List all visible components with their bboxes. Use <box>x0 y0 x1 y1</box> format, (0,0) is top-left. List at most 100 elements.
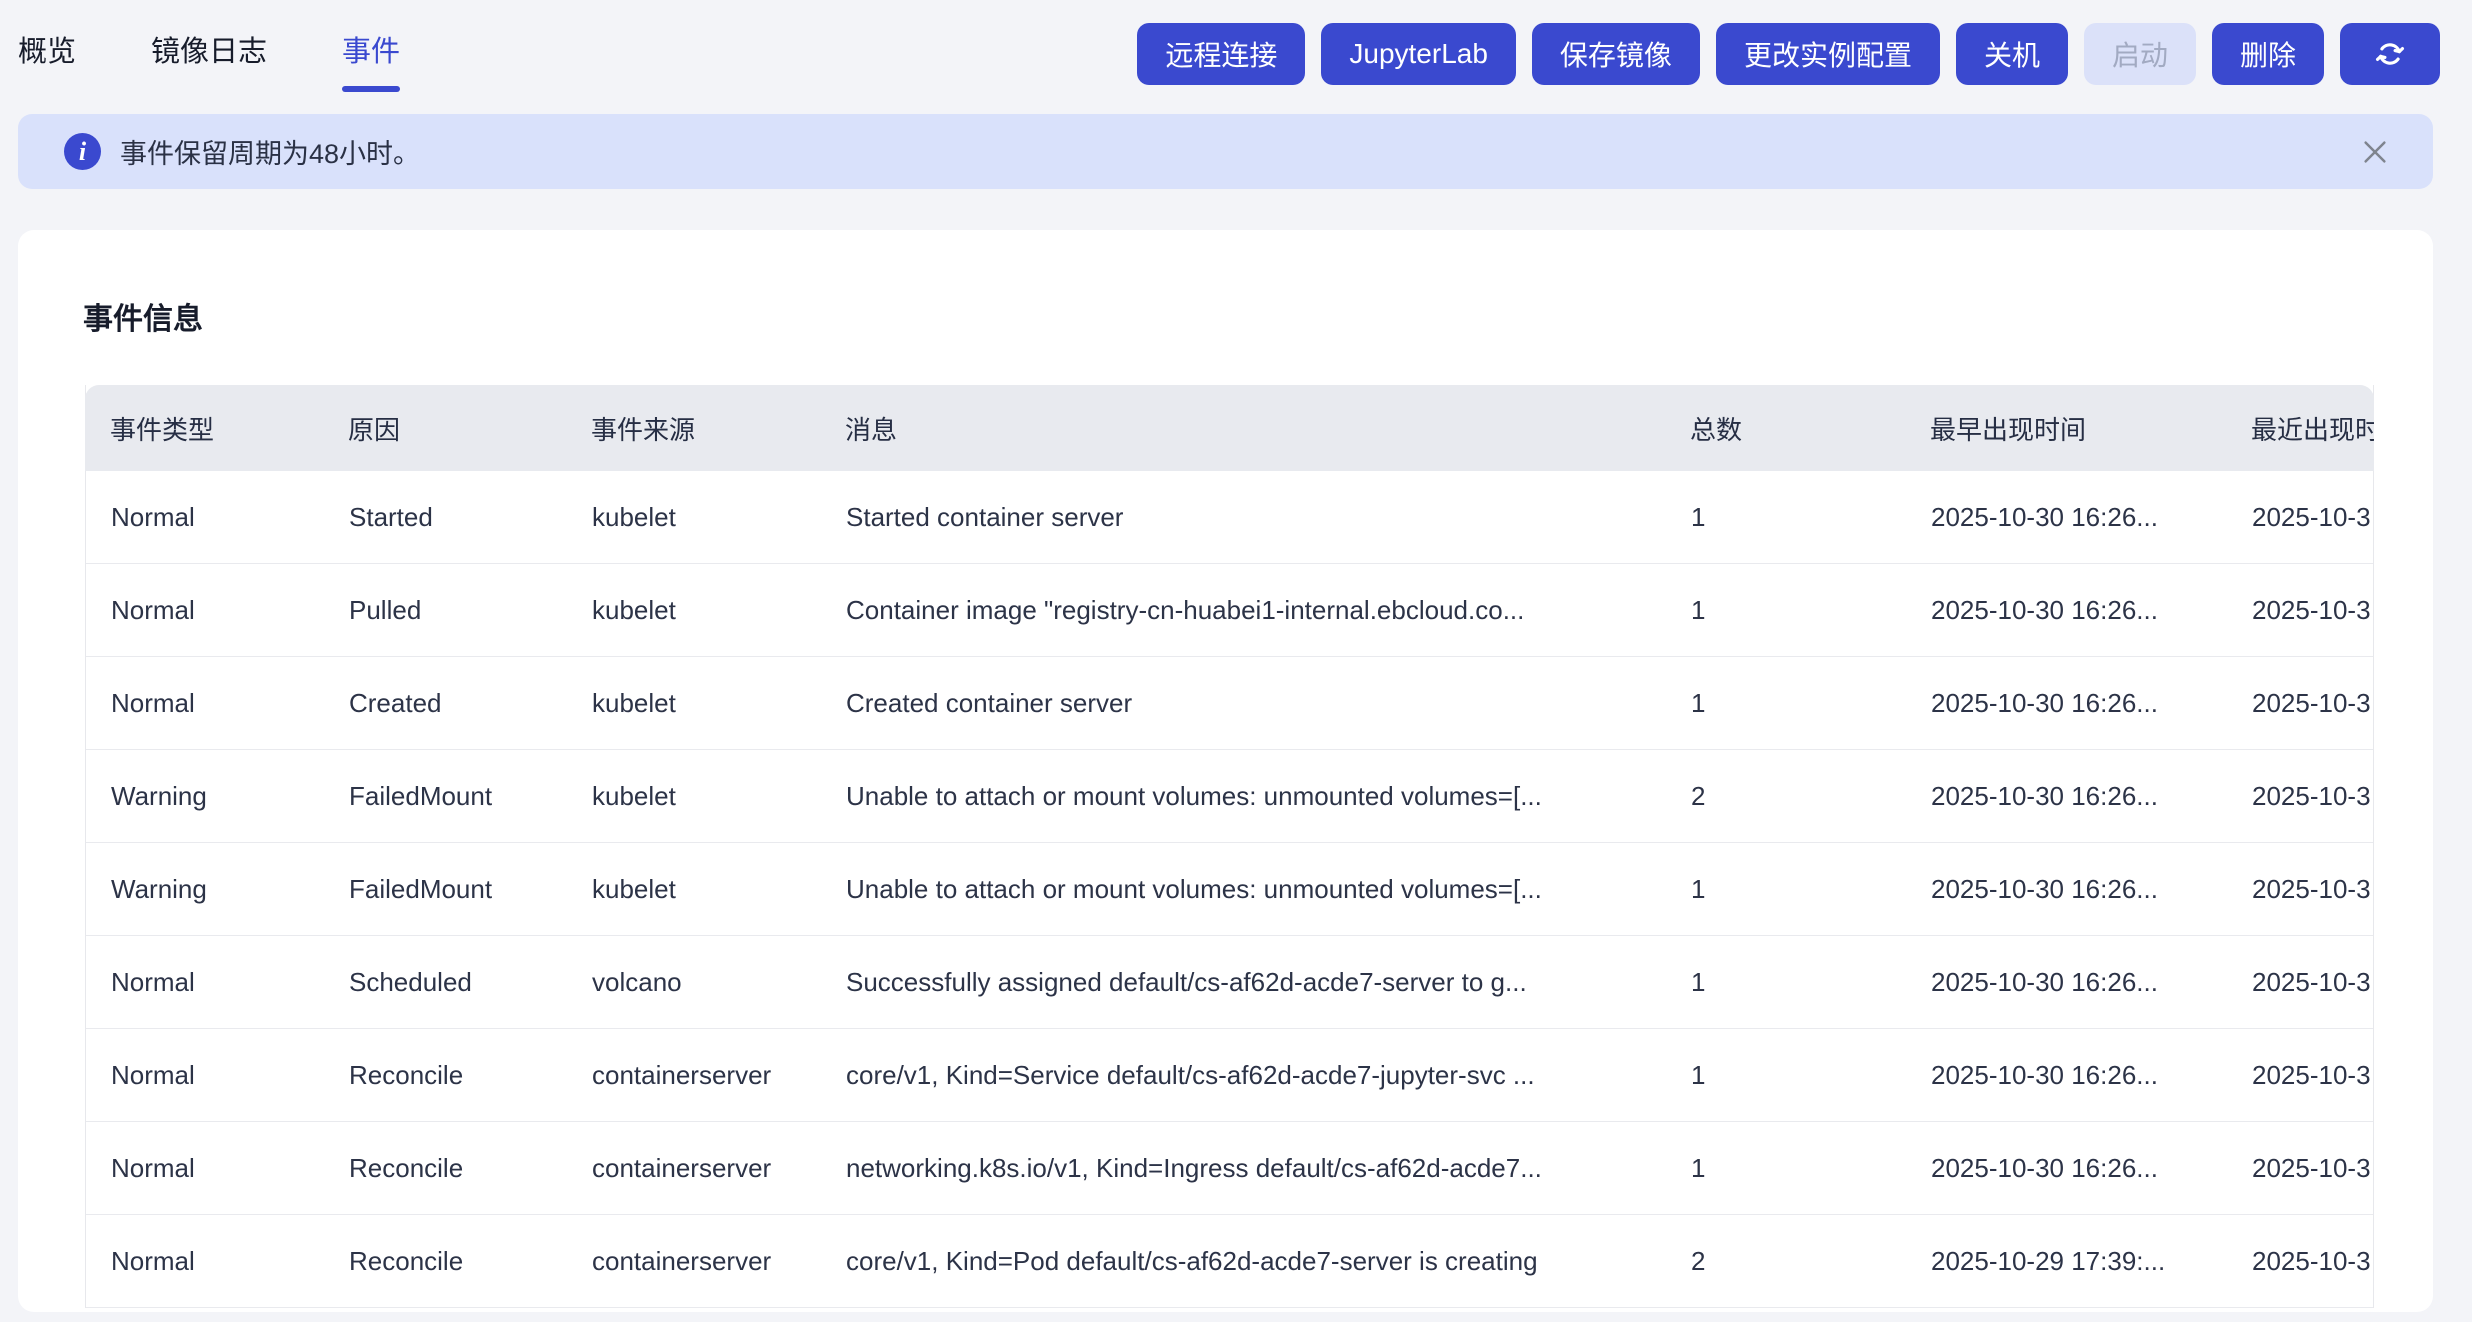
table-row[interactable]: WarningFailedMountkubeletUnable to attac… <box>86 750 2373 843</box>
start-button[interactable]: 启动 <box>2084 23 2196 85</box>
close-icon <box>2360 137 2390 167</box>
section-title: 事件信息 <box>83 294 203 338</box>
table-cell: 1 <box>1666 1122 1906 1214</box>
table-cell: Warning <box>86 750 324 842</box>
table-cell: Pulled <box>324 564 567 656</box>
table-cell: 2025-10-30 16:26... <box>1906 657 2227 749</box>
table-cell: containerserver <box>567 1029 821 1121</box>
remote-connect-button[interactable]: 远程连接 <box>1137 23 1305 85</box>
table-cell: Unable to attach or mount volumes: unmou… <box>821 750 1666 842</box>
info-banner: i 事件保留周期为48小时。 <box>18 114 2433 189</box>
tab-overview[interactable]: 概览 <box>18 28 76 92</box>
table-cell: 1 <box>1666 1029 1906 1121</box>
column-header: 事件类型 <box>85 385 323 471</box>
info-icon: i <box>64 133 101 170</box>
table-cell: Unable to attach or mount volumes: unmou… <box>821 843 1666 935</box>
table-cell: Normal <box>86 1122 324 1214</box>
events-table: 事件类型原因事件来源消息总数最早出现时间最近出现时间 NormalStarted… <box>85 385 2374 1308</box>
table-cell: Reconcile <box>324 1215 567 1307</box>
table-row[interactable]: NormalReconcilecontainerservercore/v1, K… <box>86 1029 2373 1122</box>
table-cell: Normal <box>86 564 324 656</box>
delete-button[interactable]: 删除 <box>2212 23 2324 85</box>
banner-close-button[interactable] <box>2353 130 2397 174</box>
table-cell: core/v1, Kind=Pod default/cs-af62d-acde7… <box>821 1215 1666 1307</box>
table-cell: Normal <box>86 1029 324 1121</box>
column-header: 消息 <box>820 385 1665 471</box>
table-cell: 2025-10-3 <box>2227 657 2373 749</box>
column-header: 事件来源 <box>566 385 820 471</box>
table-cell: core/v1, Kind=Service default/cs-af62d-a… <box>821 1029 1666 1121</box>
table-cell: Normal <box>86 657 324 749</box>
table-cell: Reconcile <box>324 1029 567 1121</box>
table-cell: Started container server <box>821 471 1666 563</box>
table-cell: 2025-10-3 <box>2227 936 2373 1028</box>
table-cell: 2025-10-30 16:26... <box>1906 1122 2227 1214</box>
table-row[interactable]: NormalScheduledvolcanoSuccessfully assig… <box>86 936 2373 1029</box>
table-cell: 2025-10-3 <box>2227 1122 2373 1214</box>
table-cell: kubelet <box>567 471 821 563</box>
table-cell: containerserver <box>567 1122 821 1214</box>
table-cell: volcano <box>567 936 821 1028</box>
shutdown-button[interactable]: 关机 <box>1956 23 2068 85</box>
table-cell: Normal <box>86 471 324 563</box>
table-cell: FailedMount <box>324 843 567 935</box>
table-body: NormalStartedkubeletStarted container se… <box>86 471 2373 1308</box>
table-row[interactable]: NormalPulledkubeletContainer image "regi… <box>86 564 2373 657</box>
tab-image-log[interactable]: 镜像日志 <box>151 28 267 92</box>
jupyterlab-button[interactable]: JupyterLab <box>1321 23 1516 85</box>
table-cell: kubelet <box>567 657 821 749</box>
table-cell: 1 <box>1666 843 1906 935</box>
table-cell: Scheduled <box>324 936 567 1028</box>
column-header: 原因 <box>323 385 566 471</box>
table-cell: networking.k8s.io/v1, Kind=Ingress defau… <box>821 1122 1666 1214</box>
table-cell: Started <box>324 471 567 563</box>
table-row[interactable]: NormalCreatedkubeletCreated container se… <box>86 657 2373 750</box>
table-cell: kubelet <box>567 564 821 656</box>
table-cell: 2025-10-30 16:26... <box>1906 843 2227 935</box>
table-cell: 2025-10-3 <box>2227 564 2373 656</box>
table-cell: FailedMount <box>324 750 567 842</box>
refresh-button[interactable] <box>2340 23 2440 85</box>
table-cell: 2025-10-3 <box>2227 843 2373 935</box>
refresh-icon <box>2372 36 2408 72</box>
table-cell: containerserver <box>567 1215 821 1307</box>
table-cell: 2025-10-30 16:26... <box>1906 1029 2227 1121</box>
table-cell: 1 <box>1666 657 1906 749</box>
tab-events[interactable]: 事件 <box>342 28 400 92</box>
change-instance-config-button[interactable]: 更改实例配置 <box>1716 23 1940 85</box>
table-row[interactable]: NormalReconcilecontainerservercore/v1, K… <box>86 1215 2373 1308</box>
table-cell: Normal <box>86 1215 324 1307</box>
column-header: 最早出现时间 <box>1905 385 2226 471</box>
table-cell: 2025-10-30 16:26... <box>1906 564 2227 656</box>
table-cell: Container image "registry-cn-huabei1-int… <box>821 564 1666 656</box>
table-header-row: 事件类型原因事件来源消息总数最早出现时间最近出现时间 <box>85 385 2374 471</box>
table-cell: 2 <box>1666 750 1906 842</box>
table-cell: 2025-10-30 16:26... <box>1906 936 2227 1028</box>
table-cell: 2025-10-30 16:26... <box>1906 471 2227 563</box>
table-cell: 1 <box>1666 471 1906 563</box>
table-cell: kubelet <box>567 843 821 935</box>
table-cell: Warning <box>86 843 324 935</box>
instance-detail-page: 概览 镜像日志 事件 远程连接 JupyterLab 保存镜像更改实例配置关机启动删除 <box>0 0 2472 1322</box>
table-row[interactable]: NormalReconcilecontainerservernetworking… <box>86 1122 2373 1215</box>
table-cell: Reconcile <box>324 1122 567 1214</box>
table-cell: 2025-10-3 <box>2227 750 2373 842</box>
column-header: 最近出现时间 <box>2226 385 2374 471</box>
tab-bar: 概览 镜像日志 事件 <box>18 28 400 92</box>
table-cell: Created container server <box>821 657 1666 749</box>
table-cell: 1 <box>1666 564 1906 656</box>
table-cell: 2025-10-3 <box>2227 1029 2373 1121</box>
action-buttons: 远程连接 JupyterLab 保存镜像更改实例配置关机启动删除 <box>1137 23 2440 85</box>
table-row[interactable]: NormalStartedkubeletStarted container se… <box>86 471 2373 564</box>
table-cell: 2025-10-3 <box>2227 471 2373 563</box>
table-cell: 1 <box>1666 936 1906 1028</box>
column-header: 总数 <box>1665 385 1905 471</box>
table-cell: Successfully assigned default/cs-af62d-a… <box>821 936 1666 1028</box>
table-row[interactable]: WarningFailedMountkubeletUnable to attac… <box>86 843 2373 936</box>
table-cell: kubelet <box>567 750 821 842</box>
banner-text: 事件保留周期为48小时。 <box>120 132 420 171</box>
events-card: 事件信息 事件类型原因事件来源消息总数最早出现时间最近出现时间 NormalSt… <box>18 230 2433 1312</box>
table-cell: 2025-10-30 16:26... <box>1906 750 2227 842</box>
save-image-button[interactable]: 保存镜像 <box>1532 23 1700 85</box>
table-cell: Created <box>324 657 567 749</box>
